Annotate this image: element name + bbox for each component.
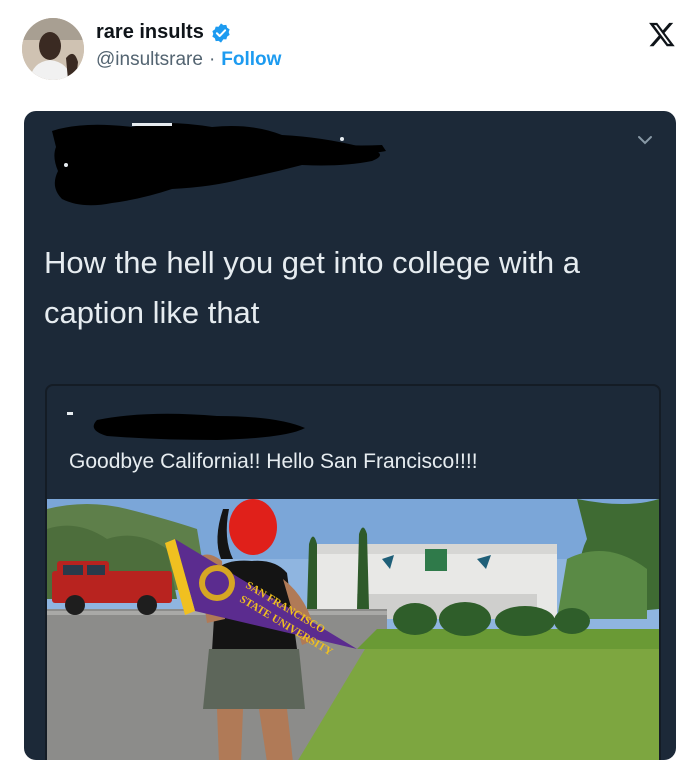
- x-logo-icon[interactable]: [648, 20, 676, 48]
- quoted-redaction-scribble: [67, 412, 306, 440]
- author-handle[interactable]: @insultsrare: [96, 49, 203, 71]
- tweet-screenshot: How the hell you get into college with a…: [24, 111, 676, 760]
- avatar[interactable]: [22, 18, 84, 80]
- redaction-scribble: [52, 123, 386, 206]
- author-name-row: rare insults: [96, 21, 232, 44]
- quoted-photo[interactable]: SAN FRANCISCO STATE UNIVERSITY: [47, 499, 659, 760]
- follow-button[interactable]: Follow: [221, 49, 281, 71]
- chevron-down-icon[interactable]: [636, 133, 654, 147]
- tweet-text: How the hell you get into college with a…: [44, 245, 580, 330]
- separator-dot: ·: [208, 49, 216, 70]
- quoted-tweet-text: Goodbye California!! Hello San Francisco…: [69, 450, 478, 473]
- author-name[interactable]: rare insults: [96, 21, 204, 44]
- verified-badge-icon: [212, 22, 230, 43]
- author-handle-row: @insultsrare · Follow: [96, 49, 281, 71]
- quoted-tweet[interactable]: Goodbye California!! Hello San Francisco…: [45, 384, 661, 760]
